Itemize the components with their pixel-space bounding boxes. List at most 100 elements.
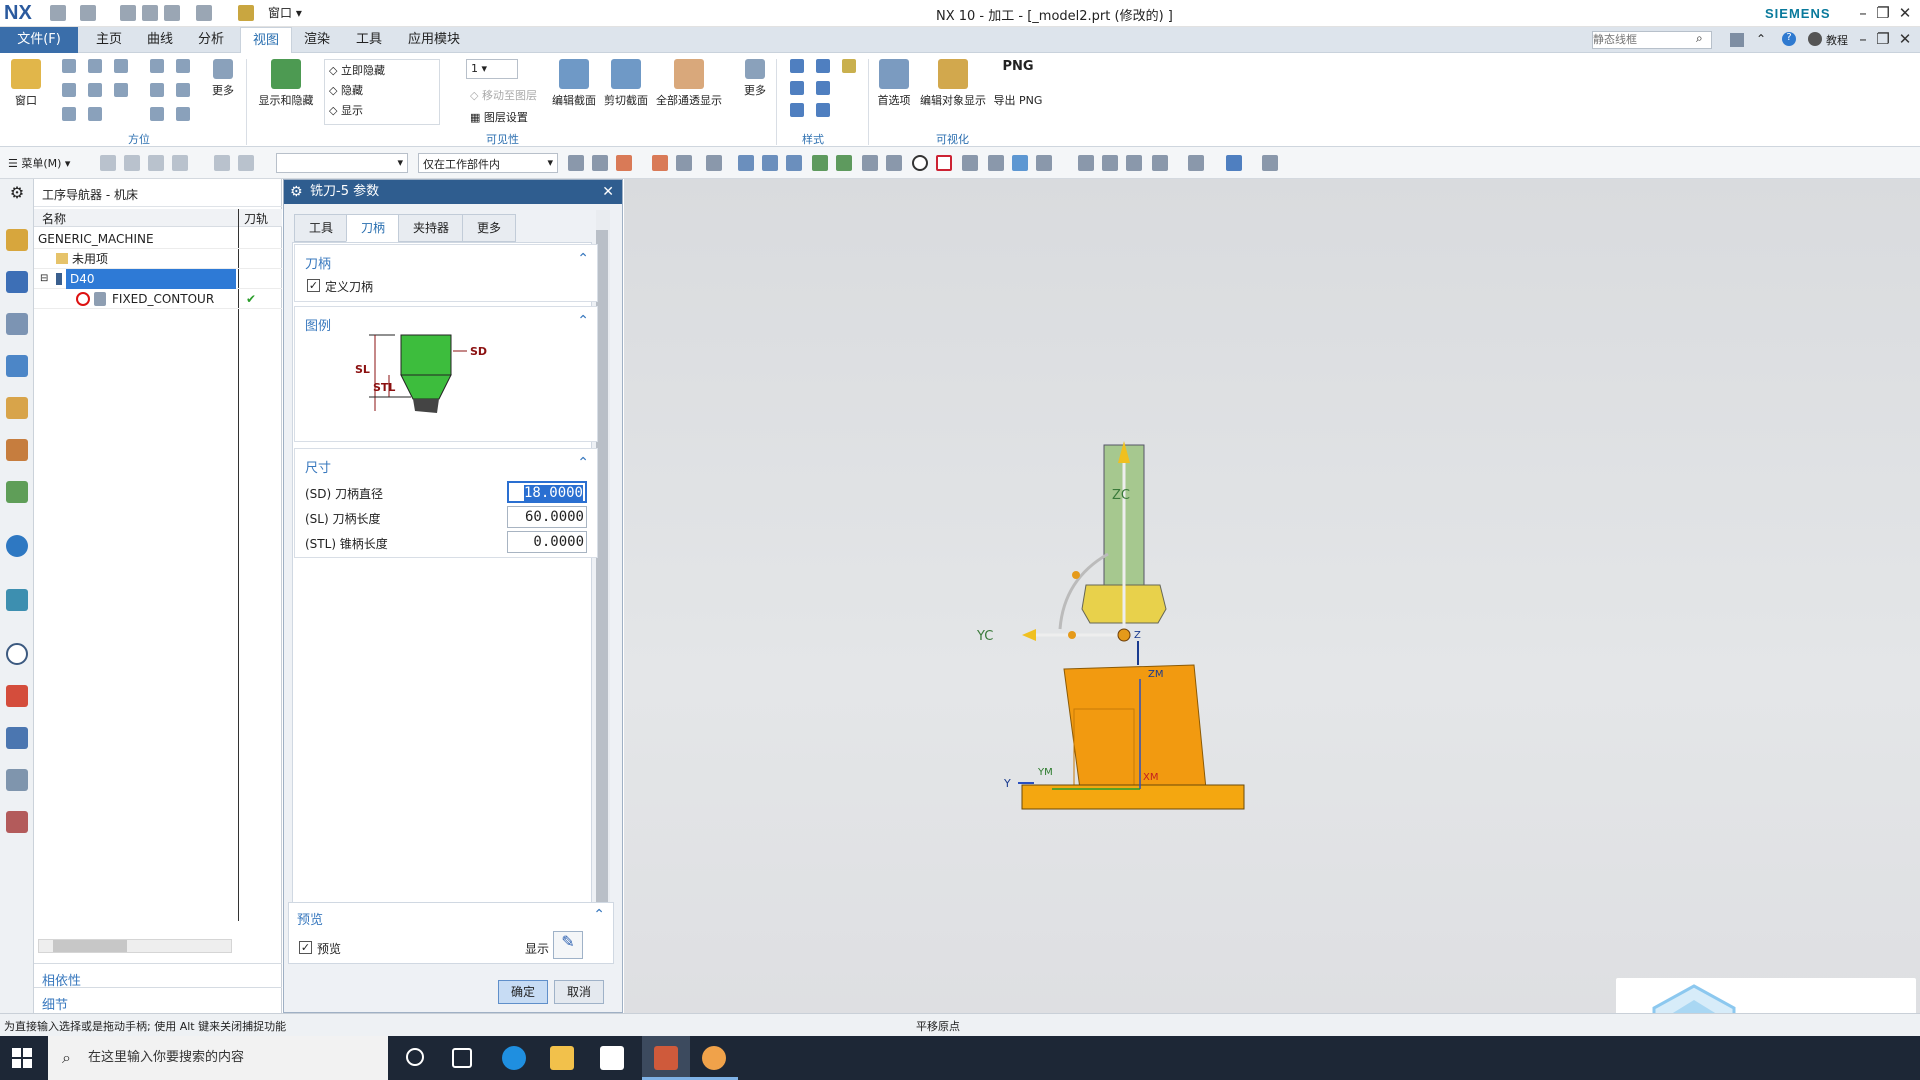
view-bottom-icon[interactable]	[114, 83, 128, 97]
wireframe-icon[interactable]	[790, 81, 804, 95]
pan-icon[interactable]	[150, 83, 164, 97]
tab-more[interactable]: 更多	[462, 214, 517, 242]
window-menu[interactable]: 窗口 ▾	[268, 4, 302, 21]
program-order-icon[interactable]	[6, 355, 28, 377]
palette-icon[interactable]	[6, 685, 28, 707]
more-orient-button[interactable]: 更多	[206, 59, 240, 98]
dependency-panel[interactable]: 相依性	[34, 963, 282, 989]
file-explorer-icon[interactable]	[550, 1046, 574, 1070]
view-tool-icon[interactable]	[1152, 155, 1168, 171]
snap-icon[interactable]	[988, 155, 1004, 171]
mail-icon[interactable]	[600, 1046, 624, 1070]
view-left-icon[interactable]	[62, 83, 76, 97]
sl-input[interactable]: 60.0000	[507, 506, 587, 528]
tab-tool[interactable]: 工具	[294, 214, 349, 242]
view-iso-icon[interactable]	[62, 107, 76, 121]
nx-taskbar-button[interactable]	[642, 1036, 690, 1080]
close-icon[interactable]: ✕	[602, 180, 614, 204]
tab-clamp[interactable]: 夹持器	[398, 214, 465, 242]
static-wire-icon[interactable]	[790, 103, 804, 117]
operation-navigator-icon[interactable]	[6, 229, 28, 251]
repeat-command-icon[interactable]	[196, 5, 212, 21]
tree-row-selected[interactable]: ⊟ D40	[34, 269, 282, 289]
collapse-icon[interactable]: ⌃	[593, 907, 605, 923]
details-panel[interactable]: 细节	[34, 987, 282, 1013]
snap-icon[interactable]	[786, 155, 802, 171]
doc-restore-button[interactable]: ❐	[1872, 29, 1894, 49]
undo-icon[interactable]	[80, 5, 96, 21]
info-icon[interactable]	[6, 535, 28, 557]
snap-icon[interactable]	[738, 155, 754, 171]
close-button[interactable]: ✕	[1894, 3, 1916, 23]
copy-icon[interactable]	[142, 5, 158, 21]
snap-icon[interactable]	[568, 155, 584, 171]
clip-section-button[interactable]: 剪切截面	[602, 59, 650, 108]
feature-navigator-icon[interactable]	[6, 439, 28, 461]
snap-icon[interactable]	[592, 155, 608, 171]
save-icon[interactable]	[50, 5, 66, 21]
select-tool-icon[interactable]	[172, 155, 188, 171]
tab-render[interactable]: 渲染	[292, 27, 342, 53]
face-analysis-icon[interactable]	[816, 103, 830, 117]
doc-close-button[interactable]: ✕	[1894, 29, 1916, 49]
horizontal-scrollbar[interactable]	[38, 939, 232, 953]
view-back-icon[interactable]	[88, 83, 102, 97]
restore-button[interactable]: ❐	[1872, 3, 1894, 23]
rotate-icon[interactable]	[176, 83, 190, 97]
stl-input[interactable]: 0.0000	[507, 531, 587, 553]
show-item[interactable]: ◇ 显示	[325, 100, 439, 120]
yc-arrowhead[interactable]	[1022, 629, 1036, 641]
snap-icon[interactable]	[1036, 155, 1052, 171]
view-trimetric-icon[interactable]	[88, 107, 102, 121]
snap-icon[interactable]	[812, 155, 828, 171]
tab-applications[interactable]: 应用模块	[396, 27, 472, 53]
view-tool-icon[interactable]	[1126, 155, 1142, 171]
cut-icon[interactable]	[120, 5, 136, 21]
handle-knob[interactable]	[1068, 631, 1076, 639]
gear-icon[interactable]: ⚙	[6, 183, 28, 205]
type-filter-select[interactable]: ▾	[276, 153, 408, 173]
snap-center-icon[interactable]	[912, 155, 928, 171]
origin-handle[interactable]	[1117, 628, 1131, 642]
touch-mode-icon[interactable]	[238, 5, 254, 21]
tree-row[interactable]: 未用项	[34, 249, 282, 269]
view-front-icon[interactable]	[62, 59, 76, 73]
select-tool-icon[interactable]	[148, 155, 164, 171]
menu-button[interactable]: ☰ 菜单(M) ▾	[8, 155, 70, 171]
column-name-header[interactable]: 名称	[42, 210, 66, 227]
taskbar-search-box[interactable]: ⌕ 在这里输入你要搜索的内容	[48, 1036, 388, 1080]
window-button[interactable]: 窗口	[6, 59, 46, 108]
doc-minimize-button[interactable]: –	[1852, 29, 1874, 49]
scope-select[interactable]: 仅在工作部件内 ▾	[418, 153, 558, 173]
edge-browser-icon[interactable]	[502, 1046, 526, 1070]
hide-item[interactable]: ◇ 隐藏	[325, 80, 439, 100]
tab-curve[interactable]: 曲线	[135, 27, 185, 53]
tree-row[interactable]: FIXED_CONTOUR ✔	[34, 289, 282, 309]
cortana-icon[interactable]	[406, 1048, 424, 1066]
select-tool-icon[interactable]	[238, 155, 254, 171]
tab-holder[interactable]: 刀柄	[346, 214, 401, 242]
show-hide-button[interactable]: 显示和隐藏	[254, 59, 318, 108]
graphics-window[interactable]: ZC YC Z ZM YM XM Y	[624, 179, 1920, 1013]
search-icon[interactable]: ⌕	[1696, 31, 1703, 46]
web-browser-icon[interactable]	[6, 589, 28, 611]
layer-select[interactable]: 1 ▾	[466, 59, 518, 79]
render-style-icon[interactable]	[1226, 155, 1242, 171]
machine-tool-icon[interactable]	[6, 271, 28, 293]
edit-section-button[interactable]: 编辑截面	[550, 59, 598, 108]
snap-icon[interactable]	[616, 155, 632, 171]
more-visibility-button[interactable]: 更多	[738, 59, 772, 98]
view-right-icon[interactable]	[114, 59, 128, 73]
machining-method-icon[interactable]	[6, 397, 28, 419]
ribbon-options-icon[interactable]	[1730, 33, 1744, 47]
sd-input[interactable]: 18.0000	[507, 481, 587, 503]
snap-icon[interactable]	[886, 155, 902, 171]
tab-view[interactable]: 视图	[240, 27, 293, 53]
layer-settings-button[interactable]: ▦ 图层设置	[470, 109, 528, 125]
shaded-icon[interactable]	[790, 59, 804, 73]
cancel-button[interactable]: 取消	[554, 980, 604, 1004]
paste-icon[interactable]	[164, 5, 180, 21]
collapse-icon[interactable]: ⌃	[577, 455, 589, 471]
history-icon[interactable]	[6, 481, 28, 503]
task-view-icon[interactable]	[452, 1048, 472, 1068]
